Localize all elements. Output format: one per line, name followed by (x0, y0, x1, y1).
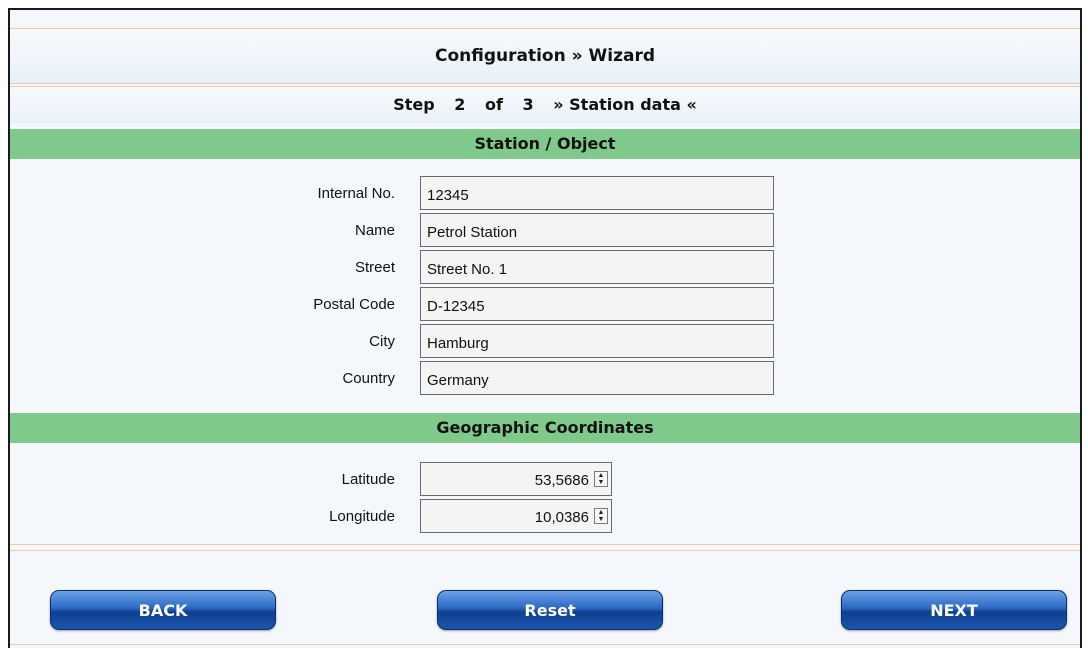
divider (10, 544, 1080, 545)
back-button[interactable]: BACK (50, 590, 276, 630)
geo-section-title: Geographic Coordinates (436, 418, 654, 437)
latitude-input[interactable]: 53,5686 ▲ ▼ (420, 462, 612, 496)
longitude-input[interactable]: 10,0386 ▲ ▼ (420, 499, 612, 533)
geo-section-header: Geographic Coordinates (10, 413, 1080, 443)
divider (10, 550, 1080, 551)
wizard-title-band: Configuration » Wizard (10, 28, 1080, 84)
name-input[interactable]: Petrol Station (420, 213, 774, 247)
step-word: Step (393, 95, 435, 114)
reset-button[interactable]: Reset (437, 590, 663, 630)
station-section-title: Station / Object (474, 134, 616, 153)
longitude-value: 10,0386 (534, 509, 589, 526)
postal-code-input[interactable]: D-12345 (420, 287, 774, 321)
next-button[interactable]: NEXT (841, 590, 1067, 630)
step-of: of (484, 95, 503, 114)
longitude-spin-updown-icon[interactable]: ▲ ▼ (594, 508, 608, 524)
street-input[interactable]: Street No. 1 (420, 250, 774, 284)
wizard-panel: Configuration » Wizard Step 2 of 3 » Sta… (8, 8, 1082, 648)
postal-code-label: Postal Code (313, 296, 395, 313)
step-total: 3 (522, 95, 534, 114)
country-input[interactable]: Germany (420, 361, 774, 395)
internal-no-input[interactable]: 12345 (420, 176, 774, 210)
station-section-header: Station / Object (10, 129, 1080, 159)
step-indicator: Step 2 of 3 » Station data « (10, 86, 1080, 123)
step-name: » Station data « (553, 95, 697, 114)
city-input[interactable]: Hamburg (420, 324, 774, 358)
longitude-label: Longitude (329, 508, 395, 525)
name-label: Name (354, 222, 395, 239)
latitude-value: 53,5686 (534, 472, 589, 489)
street-label: Street (354, 259, 395, 276)
internal-no-label: Internal No. (317, 185, 395, 202)
latitude-label: Latitude (341, 471, 395, 488)
latitude-spin-updown-icon[interactable]: ▲ ▼ (594, 471, 608, 487)
page-title: Configuration » Wizard (434, 46, 656, 66)
country-label: Country (342, 370, 395, 387)
city-label: City (369, 333, 395, 350)
bottom-divider (10, 644, 1080, 645)
step-current: 2 (454, 95, 466, 114)
